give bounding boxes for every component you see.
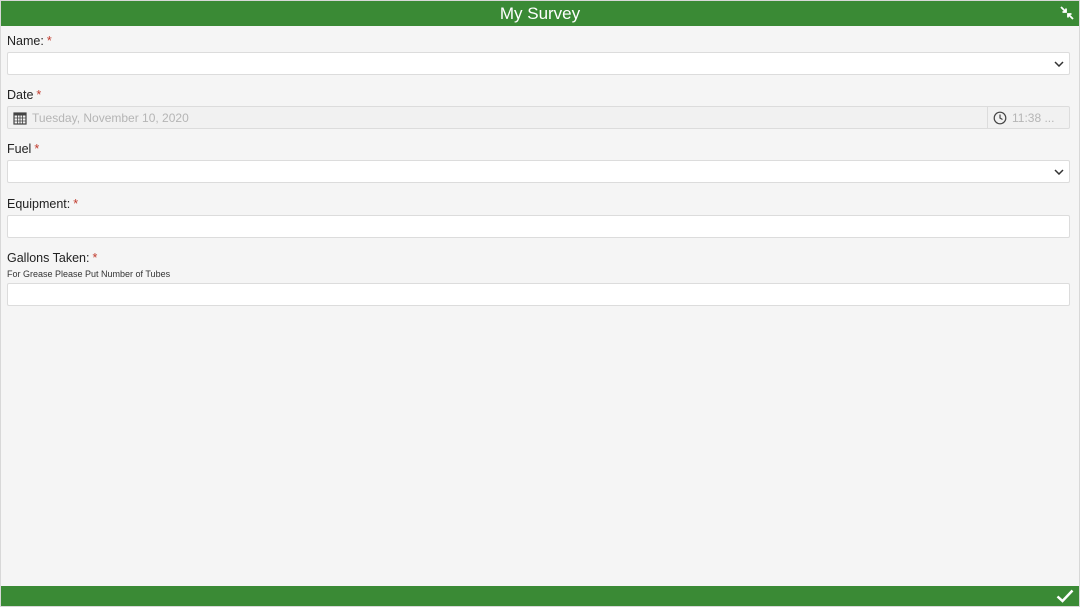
title-bar: My Survey (1, 1, 1079, 26)
name-label: Name: * (7, 34, 52, 48)
gallons-label-text: Gallons Taken: (7, 251, 90, 265)
chevron-down-icon (1052, 57, 1066, 71)
name-select[interactable] (7, 52, 1070, 75)
required-mark: * (46, 34, 52, 48)
clock-icon (993, 111, 1007, 125)
fuel-label: Fuel * (7, 142, 39, 156)
date-picker[interactable]: Tuesday, November 10, 2020 (8, 107, 987, 128)
footer-bar (1, 586, 1079, 606)
fuel-label-text: Fuel (7, 142, 32, 156)
required-mark: * (73, 197, 79, 211)
date-label: Date * (7, 88, 41, 102)
fuel-select[interactable] (7, 160, 1070, 183)
date-label-text: Date (7, 88, 34, 102)
required-mark: * (92, 251, 98, 265)
required-mark: * (36, 88, 42, 102)
time-picker[interactable]: 11:38 ... (987, 107, 1069, 128)
required-mark: * (34, 142, 40, 156)
collapse-arrows-icon (1060, 6, 1074, 20)
equipment-input[interactable] (8, 216, 1069, 237)
chevron-down-icon (1052, 165, 1066, 179)
equipment-field (7, 215, 1070, 238)
collapse-button[interactable] (1058, 4, 1076, 22)
time-value: 11:38 ... (1012, 111, 1055, 125)
submit-button[interactable] (1055, 587, 1075, 605)
checkmark-icon (1056, 589, 1074, 603)
date-value: Tuesday, November 10, 2020 (32, 111, 189, 125)
survey-app: My Survey Name: * Date * Tuesday, Novemb… (1, 1, 1079, 606)
equipment-label: Equipment: * (7, 197, 78, 211)
equipment-label-text: Equipment: (7, 197, 71, 211)
gallons-label: Gallons Taken: * (7, 251, 97, 265)
calendar-icon (13, 112, 27, 125)
gallons-hint: For Grease Please Put Number of Tubes (7, 269, 171, 279)
page-title: My Survey (499, 4, 581, 23)
name-label-text: Name: (7, 34, 44, 48)
gallons-input[interactable] (8, 284, 1069, 305)
gallons-field (7, 283, 1070, 306)
date-time-field: Tuesday, November 10, 2020 11:38 ... (7, 106, 1070, 129)
